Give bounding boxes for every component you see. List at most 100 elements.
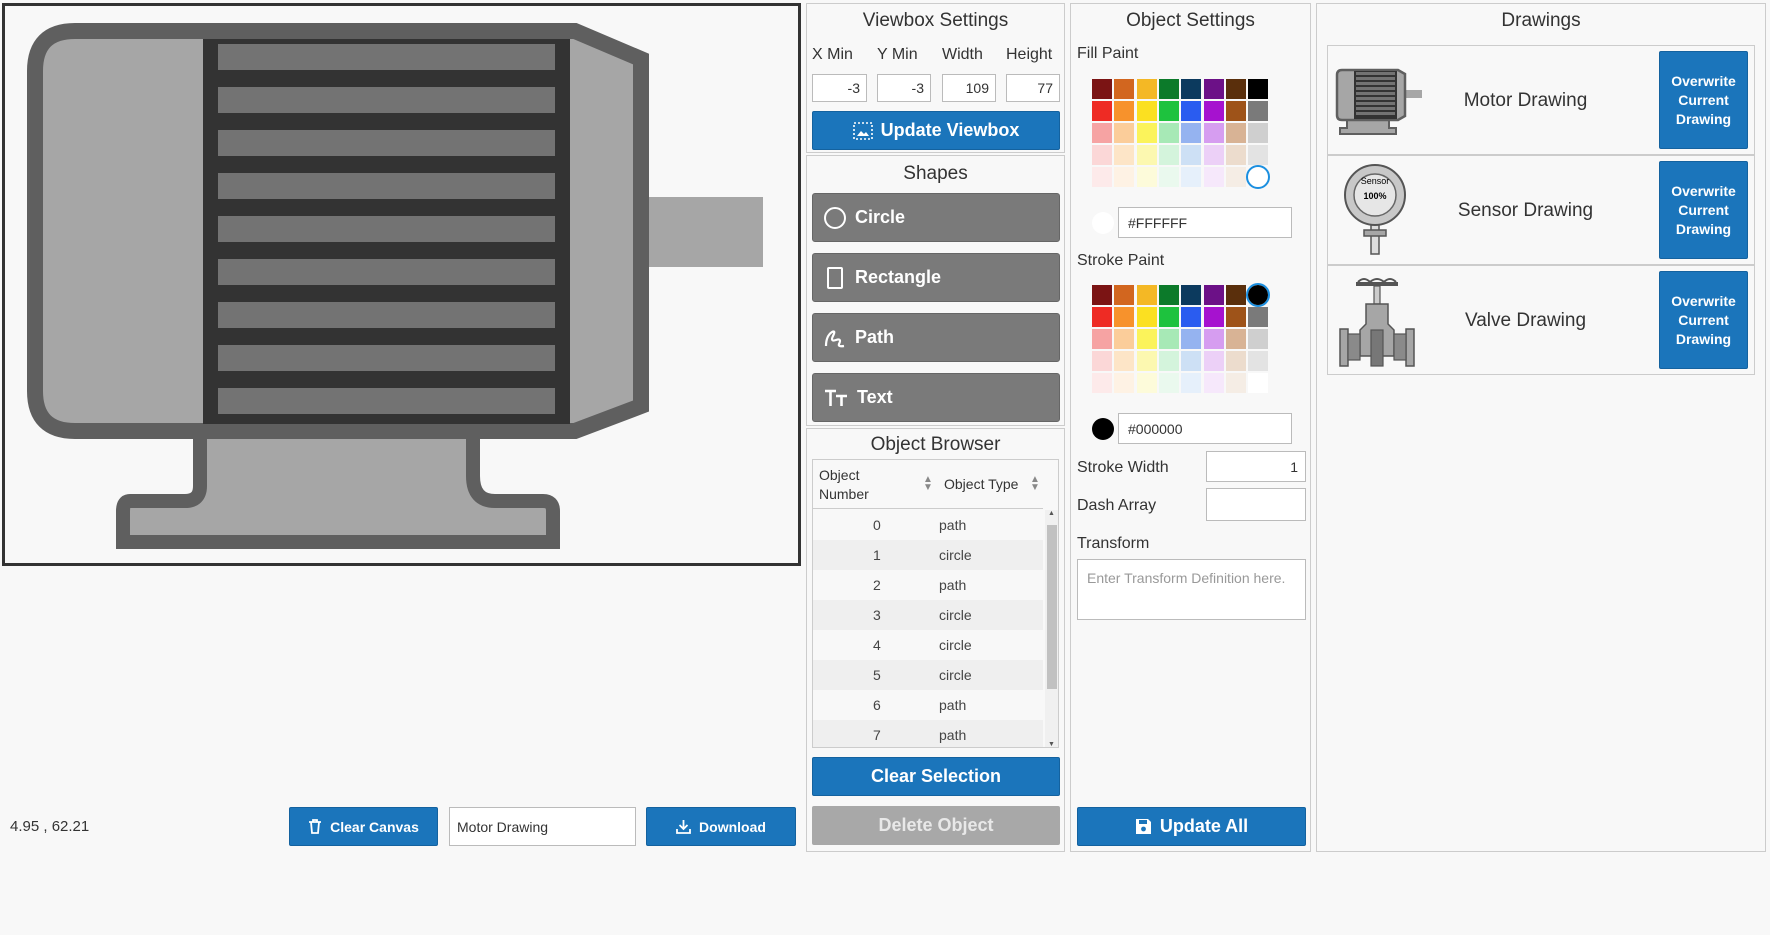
drawing-canvas[interactable] xyxy=(2,3,801,566)
stroke-color-swatch[interactable] xyxy=(1248,351,1269,371)
table-row[interactable]: 2 path xyxy=(813,570,1043,600)
scrollbar-thumb[interactable] xyxy=(1047,525,1057,689)
text-button[interactable]: Text xyxy=(812,373,1060,422)
fill-color-swatch[interactable] xyxy=(1203,123,1224,143)
fill-color-swatch[interactable] xyxy=(1181,145,1202,165)
drawing-card-sensor[interactable]: Sensor 100% Sensor Drawing Overwrite Cur… xyxy=(1327,155,1755,265)
stroke-color-swatch[interactable] xyxy=(1158,329,1179,349)
stroke-color-swatch[interactable] xyxy=(1092,329,1112,349)
width-input[interactable]: 109 xyxy=(942,74,996,102)
clear-selection-button[interactable]: Clear Selection xyxy=(812,757,1060,796)
fill-color-swatch[interactable] xyxy=(1136,79,1157,99)
stroke-color-swatch[interactable] xyxy=(1248,329,1269,349)
fill-color-swatch[interactable] xyxy=(1181,167,1202,187)
stroke-color-swatch[interactable] xyxy=(1203,285,1224,305)
fill-color-swatch[interactable] xyxy=(1114,145,1135,165)
stroke-color-swatch[interactable] xyxy=(1158,307,1179,327)
fill-color-swatch[interactable] xyxy=(1181,79,1202,99)
fill-color-swatch[interactable] xyxy=(1225,101,1246,121)
update-all-button[interactable]: Update All xyxy=(1077,807,1306,846)
download-button[interactable]: Download xyxy=(646,807,796,846)
stroke-color-swatch[interactable] xyxy=(1203,351,1224,371)
path-button[interactable]: Path xyxy=(812,313,1060,362)
fill-color-swatch[interactable] xyxy=(1114,101,1135,121)
object-table-scrollbar[interactable]: ▲ ▼ xyxy=(1045,510,1058,747)
stroke-color-swatch[interactable] xyxy=(1114,307,1135,327)
stroke-width-input[interactable]: 1 xyxy=(1206,451,1306,482)
stroke-color-swatch[interactable] xyxy=(1136,373,1157,393)
fill-color-swatch[interactable] xyxy=(1248,123,1269,143)
scroll-down-icon[interactable]: ▼ xyxy=(1048,741,1055,747)
fill-color-swatch[interactable] xyxy=(1158,79,1179,99)
update-viewbox-button[interactable]: Update Viewbox xyxy=(812,111,1060,150)
stroke-color-swatch[interactable] xyxy=(1246,283,1271,307)
stroke-color-swatch[interactable] xyxy=(1248,373,1269,393)
table-row[interactable]: 1 circle xyxy=(813,540,1043,570)
fill-color-swatch[interactable] xyxy=(1114,79,1135,99)
stroke-color-swatch[interactable] xyxy=(1114,285,1135,305)
circle-button[interactable]: Circle xyxy=(812,193,1060,242)
stroke-color-swatch[interactable] xyxy=(1158,373,1179,393)
fill-color-swatch[interactable] xyxy=(1203,167,1224,187)
stroke-color-swatch[interactable] xyxy=(1225,285,1246,305)
fill-color-swatch[interactable] xyxy=(1092,101,1112,121)
rectangle-button[interactable]: Rectangle xyxy=(812,253,1060,302)
fill-color-swatch[interactable] xyxy=(1248,145,1269,165)
stroke-color-swatch[interactable] xyxy=(1092,373,1112,393)
fill-color-swatch[interactable] xyxy=(1114,123,1135,143)
fill-color-swatch[interactable] xyxy=(1225,145,1246,165)
fill-color-swatch[interactable] xyxy=(1158,167,1179,187)
fill-color-swatch[interactable] xyxy=(1136,145,1157,165)
overwrite-valve-button[interactable]: Overwrite Current Drawing xyxy=(1659,271,1748,369)
table-row[interactable]: 3 circle xyxy=(813,600,1043,630)
xmin-input[interactable]: -3 xyxy=(812,74,867,102)
fill-color-swatch[interactable] xyxy=(1246,165,1271,189)
table-row[interactable]: 5 circle xyxy=(813,660,1043,690)
fill-color-swatch[interactable] xyxy=(1092,167,1112,187)
fill-color-swatch[interactable] xyxy=(1181,123,1202,143)
stroke-color-swatch[interactable] xyxy=(1114,351,1135,371)
fill-color-swatch[interactable] xyxy=(1181,101,1202,121)
fill-color-swatch[interactable] xyxy=(1114,167,1135,187)
stroke-color-swatch[interactable] xyxy=(1181,373,1202,393)
fill-color-swatch[interactable] xyxy=(1136,123,1157,143)
stroke-color-swatch[interactable] xyxy=(1225,329,1246,349)
fill-color-swatch[interactable] xyxy=(1158,123,1179,143)
stroke-color-swatch[interactable] xyxy=(1203,307,1224,327)
table-row[interactable]: 7 path xyxy=(813,720,1043,747)
sort-type-icon[interactable]: ▲ ▼ xyxy=(1030,475,1040,493)
transform-textarea[interactable]: Enter Transform Definition here. xyxy=(1077,559,1306,620)
scroll-up-icon[interactable]: ▲ xyxy=(1048,510,1055,517)
stroke-color-swatch[interactable] xyxy=(1203,329,1224,349)
stroke-color-swatch[interactable] xyxy=(1092,307,1112,327)
delete-object-button[interactable]: Delete Object xyxy=(812,806,1060,845)
fill-color-swatch[interactable] xyxy=(1136,101,1157,121)
stroke-color-swatch[interactable] xyxy=(1225,373,1246,393)
stroke-color-swatch[interactable] xyxy=(1136,285,1157,305)
table-row[interactable]: 4 circle xyxy=(813,630,1043,660)
stroke-color-swatch[interactable] xyxy=(1092,285,1112,305)
overwrite-motor-button[interactable]: Overwrite Current Drawing xyxy=(1659,51,1748,149)
stroke-color-swatch[interactable] xyxy=(1136,307,1157,327)
fill-color-swatch[interactable] xyxy=(1248,79,1269,99)
column-object-type[interactable]: Object Type xyxy=(944,476,1018,492)
stroke-color-swatch[interactable] xyxy=(1225,351,1246,371)
stroke-color-swatch[interactable] xyxy=(1181,285,1202,305)
fill-color-swatch[interactable] xyxy=(1203,79,1224,99)
dash-array-input[interactable] xyxy=(1206,488,1306,521)
stroke-color-input[interactable]: #000000 xyxy=(1118,413,1292,444)
fill-color-swatch[interactable] xyxy=(1225,123,1246,143)
fill-color-swatch[interactable] xyxy=(1248,101,1269,121)
table-row[interactable]: 0 path xyxy=(813,510,1043,540)
drawing-name-input[interactable]: Motor Drawing xyxy=(449,807,636,846)
stroke-color-swatch[interactable] xyxy=(1181,307,1202,327)
stroke-color-swatch[interactable] xyxy=(1158,351,1179,371)
stroke-color-swatch[interactable] xyxy=(1114,373,1135,393)
ymin-input[interactable]: -3 xyxy=(877,74,931,102)
table-row[interactable]: 6 path xyxy=(813,690,1043,720)
drawing-card-motor[interactable]: Motor Drawing Overwrite Current Drawing xyxy=(1327,45,1755,155)
stroke-color-swatch[interactable] xyxy=(1136,329,1157,349)
stroke-color-swatch[interactable] xyxy=(1092,351,1112,371)
overwrite-sensor-button[interactable]: Overwrite Current Drawing xyxy=(1659,161,1748,259)
clear-canvas-button[interactable]: Clear Canvas xyxy=(289,807,438,846)
